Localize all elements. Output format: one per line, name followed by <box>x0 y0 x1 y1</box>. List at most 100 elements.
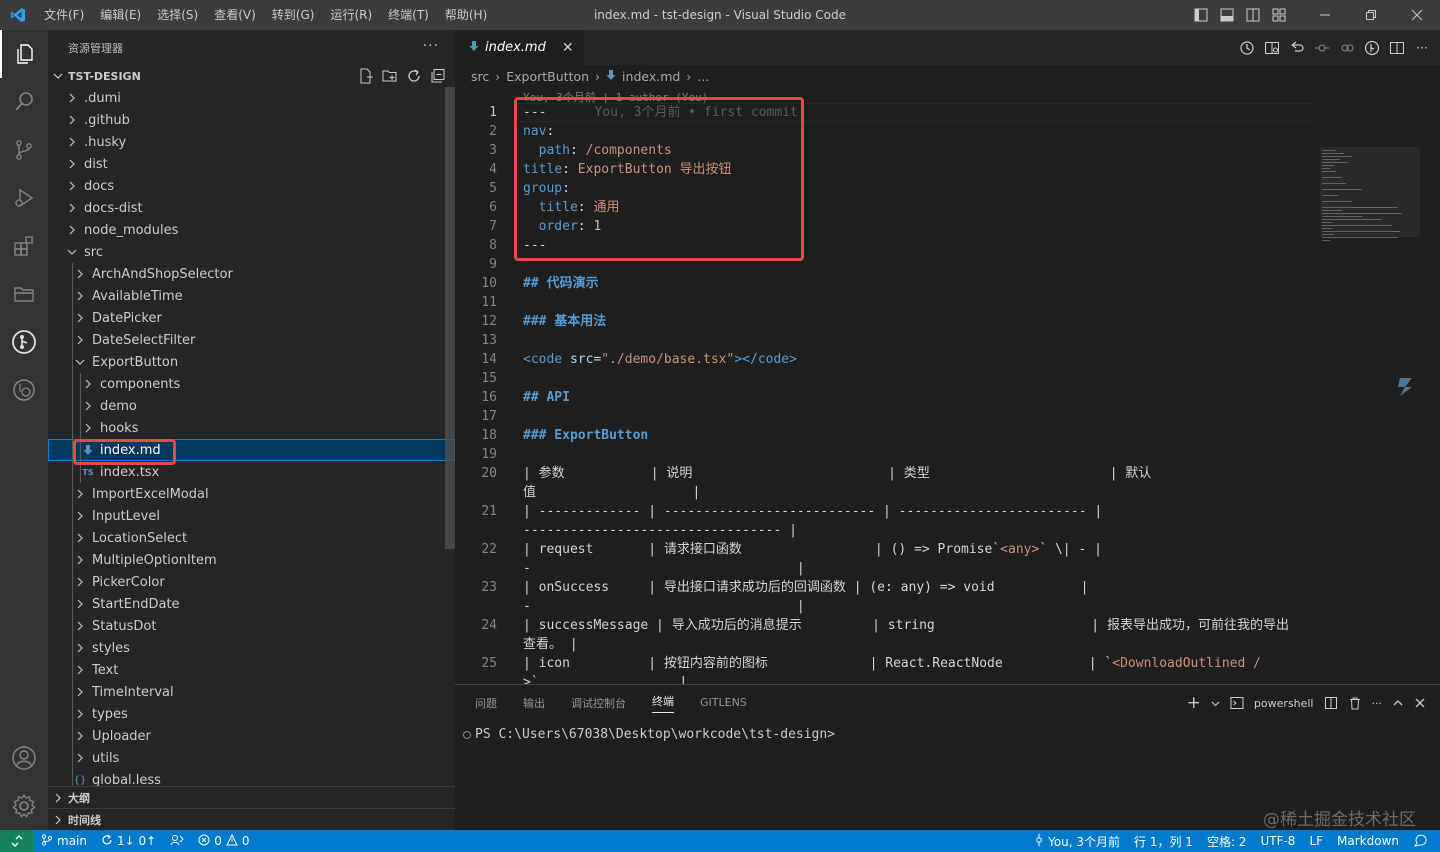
workspace-root[interactable]: TST-DESIGN <box>48 65 455 87</box>
tree-item-components[interactable]: components <box>48 373 455 395</box>
new-terminal-icon[interactable]: + <box>1187 693 1201 713</box>
tab-problems[interactable]: 问题 <box>475 695 497 711</box>
editor-more-icon[interactable]: ··· <box>1414 40 1430 56</box>
folder-icon[interactable] <box>0 270 48 318</box>
extensions-icon[interactable] <box>0 222 48 270</box>
gitlens-inspect-icon[interactable] <box>1364 40 1380 56</box>
sync-indicator[interactable]: 1↓ 0↑ <box>94 830 163 852</box>
line-ending[interactable]: LF <box>1302 830 1330 852</box>
next-change-icon[interactable] <box>1339 40 1355 56</box>
code-editor[interactable]: You, 3个月前 | 1 author (You) 1 --- You, 3个月前… <box>455 87 1440 684</box>
minimap[interactable] <box>1320 147 1420 247</box>
feedback-icon[interactable] <box>1406 830 1434 852</box>
tree-item-node-modules[interactable]: node_modules <box>48 219 455 241</box>
new-folder-icon[interactable] <box>381 67 399 85</box>
terminal-shell-name[interactable]: powershell <box>1254 697 1314 710</box>
menu-view[interactable]: 查看(V) <box>206 0 264 30</box>
tree-item-docs-dist[interactable]: docs-dist <box>48 197 455 219</box>
tree-item-archandshopselector[interactable]: ArchAndShopSelector <box>48 263 455 285</box>
tree-item-uploader[interactable]: Uploader <box>48 725 455 747</box>
remote-indicator-icon[interactable] <box>0 830 34 852</box>
tree-item-pickercolor[interactable]: PickerColor <box>48 571 455 593</box>
toggle-secondary-sidebar-icon[interactable] <box>1240 0 1266 30</box>
timeline-section[interactable]: 时间线 <box>48 808 455 830</box>
tree-item-availabletime[interactable]: AvailableTime <box>48 285 455 307</box>
menu-selection[interactable]: 选择(S) <box>149 0 206 30</box>
refresh-icon[interactable] <box>405 67 423 85</box>
breadcrumb-file[interactable]: index.md <box>622 69 680 84</box>
cursor-position[interactable]: 行 1，列 1 <box>1127 830 1200 852</box>
collapse-all-icon[interactable] <box>429 67 447 85</box>
source-control-icon[interactable] <box>0 126 48 174</box>
tab-debug-console[interactable]: 调试控制台 <box>571 695 626 711</box>
minimize-icon[interactable] <box>1302 0 1348 30</box>
extension-float-icon[interactable] <box>1394 375 1418 399</box>
close-tab-icon[interactable]: ✕ <box>562 40 574 56</box>
blame-indicator[interactable]: You, 3个月前 <box>1027 830 1127 852</box>
minimap-slider[interactable] <box>1320 147 1420 237</box>
tree-item-types[interactable]: types <box>48 703 455 725</box>
tree-item-importexcelmodal[interactable]: ImportExcelModal <box>48 483 455 505</box>
menu-help[interactable]: 帮助(H) <box>437 0 495 30</box>
more-actions-icon[interactable]: ··· <box>423 38 439 54</box>
previous-change-icon[interactable] <box>1314 40 1330 56</box>
tree-item-docs[interactable]: docs <box>48 175 455 197</box>
tree-item-github[interactable]: .github <box>48 109 455 131</box>
tree-item-dateselectfilter[interactable]: DateSelectFilter <box>48 329 455 351</box>
tab-terminal[interactable]: 终端 <box>652 693 674 713</box>
tab-output[interactable]: 输出 <box>523 695 545 711</box>
toggle-primary-sidebar-icon[interactable] <box>1188 0 1214 30</box>
close-panel-icon[interactable] <box>1414 697 1426 709</box>
new-file-icon[interactable] <box>357 67 375 85</box>
tree-item-styles[interactable]: styles <box>48 637 455 659</box>
tab-index-md[interactable]: index.md ✕ <box>455 30 584 65</box>
maximize-panel-icon[interactable] <box>1392 697 1404 709</box>
tree-item-text[interactable]: Text <box>48 659 455 681</box>
split-editor-icon[interactable] <box>1389 40 1405 56</box>
breadcrumb-symbol[interactable]: ... <box>697 69 709 84</box>
tree-item-statusdot[interactable]: StatusDot <box>48 615 455 637</box>
language-mode[interactable]: Markdown <box>1330 830 1406 852</box>
search-icon[interactable] <box>0 78 48 126</box>
tab-gitlens[interactable]: GITLENS <box>700 696 747 709</box>
customize-layout-icon[interactable] <box>1266 0 1292 30</box>
chevron-down-icon[interactable] <box>1211 699 1220 708</box>
explorer-icon[interactable] <box>0 30 48 78</box>
tree-item-demo[interactable]: demo <box>48 395 455 417</box>
tree-item-src[interactable]: src <box>48 241 455 263</box>
menu-file[interactable]: 文件(F) <box>36 0 92 30</box>
open-changes-icon[interactable] <box>1289 40 1305 56</box>
sidebar-scrollbar[interactable] <box>445 87 455 549</box>
live-share-indicator[interactable] <box>163 830 191 852</box>
tree-item-dumi[interactable]: .dumi <box>48 87 455 109</box>
breadcrumb-exportbutton[interactable]: ExportButton <box>506 69 589 84</box>
tree-item-inputlevel[interactable]: InputLevel <box>48 505 455 527</box>
toggle-panel-icon[interactable] <box>1214 0 1240 30</box>
split-terminal-icon[interactable] <box>1324 696 1338 710</box>
menu-terminal[interactable]: 终端(T) <box>380 0 437 30</box>
tree-item-locationselect[interactable]: LocationSelect <box>48 527 455 549</box>
tree-item-multipleoptionitem[interactable]: MultipleOptionItem <box>48 549 455 571</box>
menu-run[interactable]: 运行(R) <box>322 0 380 30</box>
tree-item-hooks[interactable]: hooks <box>48 417 455 439</box>
gitlens-icon[interactable] <box>0 318 48 366</box>
account-icon[interactable] <box>0 734 48 782</box>
tree-item-utils[interactable]: utils <box>48 747 455 769</box>
tree-item-dist[interactable]: dist <box>48 153 455 175</box>
restore-icon[interactable] <box>1348 0 1394 30</box>
encoding[interactable]: UTF-8 <box>1253 830 1302 852</box>
remote-explorer-icon[interactable] <box>0 366 48 414</box>
tree-item-timeinterval[interactable]: TimeInterval <box>48 681 455 703</box>
branch-indicator[interactable]: main <box>34 830 94 852</box>
outline-section[interactable]: 大纲 <box>48 786 455 808</box>
tree-item-husky[interactable]: .husky <box>48 131 455 153</box>
close-window-icon[interactable] <box>1394 0 1440 30</box>
breadcrumb-src[interactable]: src <box>471 69 489 84</box>
menu-edit[interactable]: 编辑(E) <box>92 0 149 30</box>
problems-indicator[interactable]: 0 0 <box>191 830 256 852</box>
tree-item-startenddate[interactable]: StartEndDate <box>48 593 455 615</box>
menu-go[interactable]: 转到(G) <box>264 0 323 30</box>
trash-icon[interactable] <box>1348 696 1362 710</box>
file-history-icon[interactable] <box>1239 40 1255 56</box>
open-preview-icon[interactable] <box>1264 40 1280 56</box>
